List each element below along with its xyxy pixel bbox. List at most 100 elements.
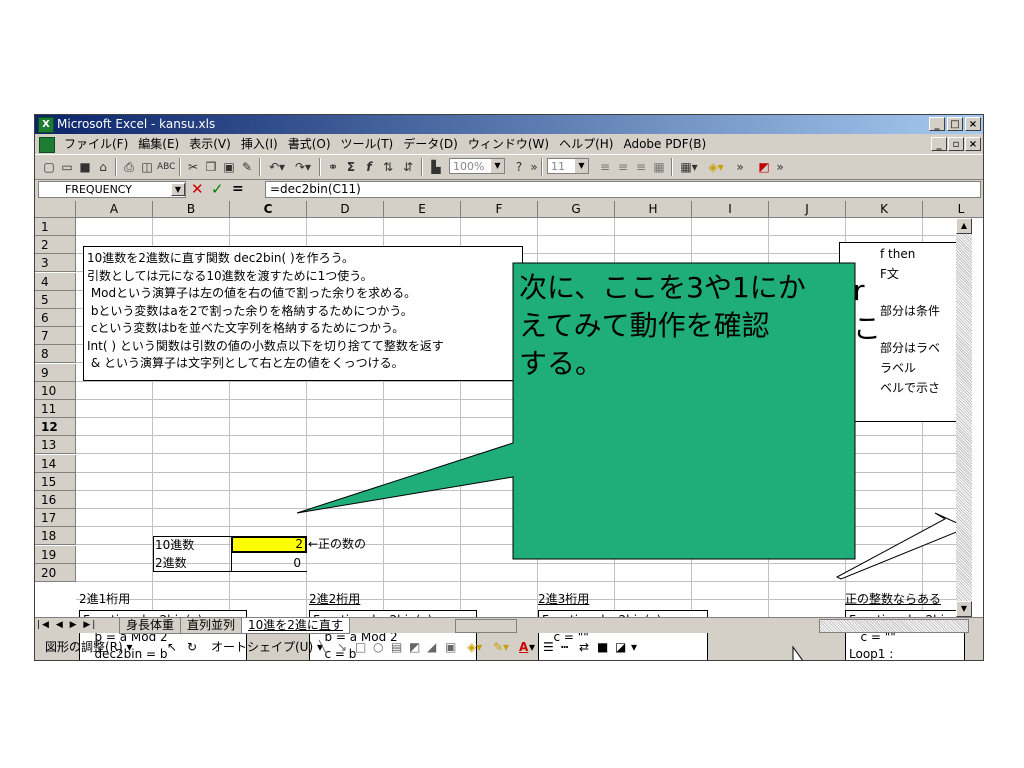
permission-icon[interactable]: ⌂ [95, 158, 111, 176]
line-color-icon[interactable]: ✎▾ [493, 635, 509, 659]
row-header-18[interactable]: 18 [35, 527, 76, 546]
toolbar-more-icon-3[interactable]: » [775, 158, 785, 176]
row-header-4[interactable]: 4 [35, 272, 76, 291]
row-header-14[interactable]: 14 [35, 454, 76, 473]
zoom-select[interactable]: 100% ▼ [449, 158, 505, 174]
sort-descending-icon[interactable]: ⇵ [399, 158, 417, 176]
undo-icon[interactable]: ↶▾ [265, 158, 289, 176]
autosum-icon[interactable]: Σ [343, 158, 359, 176]
row-header-2[interactable]: 2 [35, 236, 76, 255]
font-color-icon[interactable]: A [519, 635, 528, 659]
menu-item-7[interactable]: ウィンドウ(W) [463, 134, 554, 154]
maximize-button[interactable]: □ [947, 117, 963, 131]
title-bar[interactable]: X Microsoft Excel - kansu.xls _ □ × [35, 115, 983, 134]
format-painter-icon[interactable]: ✎ [239, 158, 255, 176]
cell-k14[interactable]: 正の整数ならある [845, 590, 941, 608]
row-header-19[interactable]: 19 [35, 545, 76, 564]
cell-a14[interactable]: 2進1桁用 [79, 590, 130, 608]
align-left-icon[interactable]: ≡ [597, 158, 613, 176]
horizontal-scrollbar-left[interactable] [455, 619, 517, 633]
sheet-tab-0[interactable]: 身長体重 [119, 618, 182, 634]
wordart-icon[interactable]: ◩ [409, 635, 420, 659]
workbook-icon[interactable] [39, 137, 55, 153]
row-header-13[interactable]: 13 [35, 436, 76, 455]
row-header-12[interactable]: 12 [35, 418, 76, 437]
row-header-11[interactable]: 11 [35, 400, 76, 418]
menu-item-2[interactable]: 表示(V) [184, 134, 236, 154]
cancel-icon[interactable]: ✕ [191, 181, 204, 198]
row-header-1[interactable]: 1 [35, 218, 76, 236]
menu-item-5[interactable]: ツール(T) [336, 134, 399, 154]
spreadsheet-grid[interactable]: ABCDEFGHIJKL 1 2 3 4 5 6 7 8 9 10 11 12 13 14 15 16 17 18… [35, 201, 983, 660]
spelling-icon[interactable]: ABC [157, 158, 175, 176]
doc-restore-button[interactable]: ▫ [948, 137, 964, 151]
row-header-16[interactable]: 16 [35, 491, 76, 509]
save-icon[interactable]: ■ [77, 158, 93, 176]
autoshapes-menu[interactable]: オートシェイプ(U) ▾ [211, 635, 323, 659]
row-header-7[interactable]: 7 [35, 327, 76, 346]
cell-d14[interactable]: 2進2桁用 [309, 590, 360, 608]
dash-style-icon[interactable]: ┅ [561, 635, 568, 659]
col-header-l[interactable]: L [923, 201, 983, 218]
merge-center-icon[interactable]: ▦ [651, 158, 667, 176]
col-header-b[interactable]: B [153, 201, 230, 218]
vertical-scrollbar-track[interactable] [956, 218, 972, 617]
menu-item-1[interactable]: 編集(E) [133, 134, 184, 154]
close-button[interactable]: × [965, 117, 981, 131]
row-header-9[interactable]: 9 [35, 363, 76, 382]
equals-icon[interactable]: = [232, 181, 244, 198]
align-center-icon[interactable]: ≡ [615, 158, 631, 176]
shadow-icon[interactable]: ■ [597, 635, 608, 659]
doc-minimize-button[interactable]: _ [931, 137, 947, 151]
row-header-17[interactable]: 17 [35, 509, 76, 528]
horizontal-scrollbar-track[interactable] [819, 619, 969, 633]
col-header-a[interactable]: A [76, 201, 153, 218]
pdf-icon[interactable]: ◩ [755, 158, 773, 176]
scroll-up-button[interactable]: ▲ [956, 218, 972, 234]
row-header-15[interactable]: 15 [35, 472, 76, 491]
paste-icon[interactable]: ▣ [221, 158, 237, 176]
3d-style-icon[interactable]: ◪ [615, 635, 626, 659]
name-box-dropdown[interactable]: ▼ [171, 183, 185, 196]
row-header-6[interactable]: 6 [35, 309, 76, 327]
menu-item-3[interactable]: 挿入(I) [236, 134, 283, 154]
line-icon[interactable]: ╲ [319, 635, 326, 659]
toolbar-more-icon-2[interactable]: » [735, 158, 745, 176]
print-icon[interactable]: ⎙ [121, 158, 137, 176]
oval-icon[interactable]: ○ [373, 635, 383, 659]
draw-menu[interactable]: 図形の調整(R) ▾ [45, 635, 133, 659]
menu-item-6[interactable]: データ(D) [398, 134, 463, 154]
row-header-8[interactable]: 8 [35, 345, 76, 364]
arrow-style-icon[interactable]: ⇄ [579, 635, 589, 659]
copy-icon[interactable]: ❐ [203, 158, 219, 176]
scroll-down-button[interactable]: ▼ [956, 601, 972, 617]
sort-ascending-icon[interactable]: ⇅ [379, 158, 397, 176]
sheet-tab-1[interactable]: 直列並列 [180, 618, 243, 634]
cell-g14[interactable]: 2進3桁用 [538, 590, 589, 608]
print-preview-icon[interactable]: ◫ [139, 158, 155, 176]
menu-item-9[interactable]: Adobe PDF(B) [618, 134, 711, 154]
line-style-icon[interactable]: ☰ [543, 635, 554, 659]
align-right-icon[interactable]: ≡ [633, 158, 649, 176]
menu-item-8[interactable]: ヘルプ(H) [554, 134, 618, 154]
arrow-icon[interactable]: ↘ [337, 635, 347, 659]
new-file-icon[interactable]: ▢ [41, 158, 57, 176]
borders-icon[interactable]: ▦▾ [677, 158, 701, 176]
font-size-select[interactable]: 11 ▼ [547, 158, 589, 174]
row-header-5[interactable]: 5 [35, 290, 76, 309]
tab-scroll-buttons[interactable]: |◀ ◀ ▶ ▶| [37, 618, 97, 633]
textbox-icon[interactable]: ▤ [391, 635, 402, 659]
doc-close-button[interactable]: × [965, 137, 981, 151]
help-icon[interactable]: ? [511, 158, 527, 176]
free-rotate-icon[interactable]: ↻ [187, 635, 197, 659]
menu-item-0[interactable]: ファイル(F) [59, 134, 133, 154]
fill-color-icon[interactable]: ◈▾ [703, 158, 729, 176]
minimize-button[interactable]: _ [929, 117, 945, 131]
row-header-3[interactable]: 3 [35, 254, 76, 273]
cut-icon[interactable]: ✂ [185, 158, 201, 176]
redo-icon[interactable]: ↷▾ [291, 158, 315, 176]
excel-app-icon[interactable]: X [38, 117, 54, 133]
row-header-10[interactable]: 10 [35, 381, 76, 400]
hyperlink-icon[interactable]: ⚭ [325, 158, 341, 176]
clipart-icon[interactable]: ▣ [445, 635, 456, 659]
